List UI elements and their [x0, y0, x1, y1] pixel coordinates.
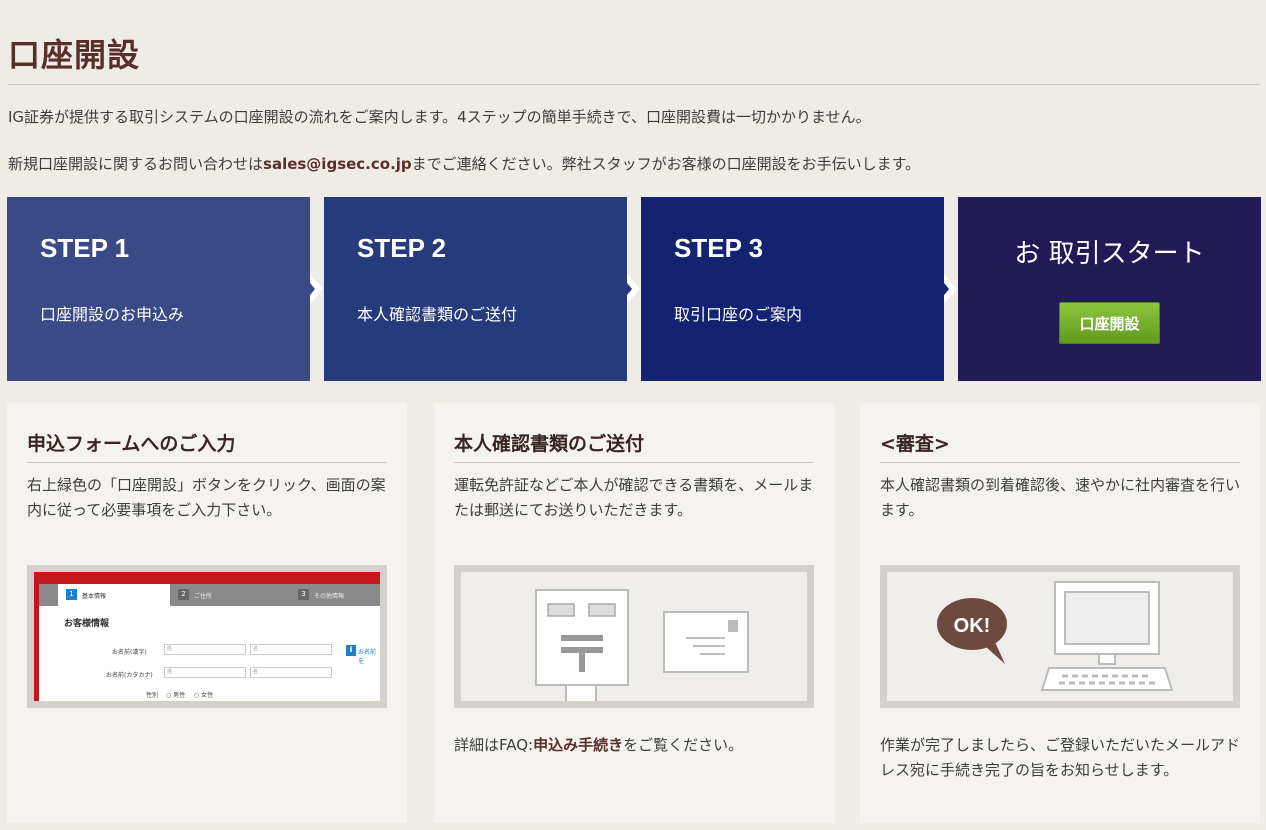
page-title: 口座開設 [8, 36, 141, 74]
form-radio-male: ○ 男性 [166, 692, 186, 699]
contact-prefix: 新規口座開設に関するお問い合わせは [8, 155, 264, 173]
computer-icon: OK! [937, 581, 1174, 691]
contact-suffix: までご連絡ください。弊社スタッフがお客様の口座開設をお手伝いします。 [411, 155, 921, 173]
chevron-right-icon [940, 274, 957, 304]
step-3-desc: 取引口座のご案内 [674, 305, 803, 324]
card-title: 本人確認書類のご送付 [454, 433, 645, 455]
card-body: 運転免許証などご本人が確認できる書類を、メールまたは郵送にてお送りいただきます。 [454, 476, 814, 519]
step-1: STEP 1 口座開設のお申込み [7, 197, 323, 381]
contact-email: sales@igsec.co.jp [263, 155, 412, 173]
card-divider [880, 462, 1240, 463]
ok-bubble-text: OK! [954, 615, 991, 637]
form-screenshot-image: 1 基本情報 2 ご住所 3 その他情報 お客様情報 お名前(漢字) 姓 名 i お名… [27, 565, 387, 708]
card-divider [454, 462, 814, 463]
open-account-button[interactable]: 口座開設 [1059, 302, 1160, 344]
step-2-title: STEP 2 [357, 233, 447, 263]
info-icon: i [346, 645, 356, 656]
postbox-icon [535, 589, 749, 701]
step-3-title: STEP 3 [674, 233, 764, 263]
card-form-input: 申込フォームへのご入力 右上緑色の「口座開設」ボタンをクリック、画面の案内に従っ… [7, 403, 407, 823]
card-divider [27, 462, 387, 463]
card-review: <審査> 本人確認書類の到着確認後、速やかに社内審査を行います。 OK! 作業が… [860, 403, 1260, 823]
form-label-name: お名前(漢字) [112, 649, 147, 656]
form-section-title: お客様情報 [64, 619, 110, 629]
step-start: お 取引スタート 口座開設 [958, 197, 1261, 381]
card-title: <審査> [880, 433, 950, 455]
step-1-title: STEP 1 [40, 233, 130, 263]
form-tab-basic: 1 基本情報 [58, 584, 170, 606]
intro-text: IG証券が提供する取引システムの口座開設の流れをご案内します。4ステップの簡単手… [8, 108, 871, 126]
card-document-send: 本人確認書類のご送付 運転免許証などご本人が確認できる書類を、メールまたは郵送に… [434, 403, 834, 823]
card-footer-text: 作業が完了しましたら、ご登録いただいたメールアドレス宛に手続き完了の旨をお知らせ… [880, 736, 1241, 779]
postbox-image [454, 565, 814, 708]
step-2-desc: 本人確認書類のご送付 [357, 305, 518, 324]
card-title: 申込フォームへのご入力 [27, 433, 236, 455]
card-body: 本人確認書類の到着確認後、速やかに社内審査を行います。 [880, 476, 1241, 519]
step-3: STEP 3 取引口座のご案内 [641, 197, 957, 381]
contact-text: 新規口座開設に関するお問い合わせはsales@igsec.co.jpまでご連絡く… [8, 153, 920, 174]
faq-text: 詳細はFAQ:申込み手続きをご覧ください。 [454, 736, 744, 754]
title-divider [8, 84, 1260, 85]
form-label-gender: 性別 [146, 692, 159, 699]
start-title: お 取引スタート [1014, 239, 1205, 269]
step-2: STEP 2 本人確認書類のご送付 [324, 197, 640, 381]
card-body: 右上緑色の「口座開設」ボタンをクリック、画面の案内に従って必要事項をご入力下さい… [27, 476, 386, 519]
form-tab-address: 2 ご住所 [170, 584, 290, 606]
step-1-desc: 口座開設のお申込み [40, 305, 185, 324]
form-label-kana: お名前(カタカナ) [106, 672, 153, 679]
chevron-right-icon [306, 274, 323, 304]
form-tab-other: 3 その他情報 [290, 584, 380, 606]
chevron-right-icon [623, 274, 640, 304]
form-radio-female: ○ 女性 [194, 692, 214, 699]
steps-bar: STEP 1 口座開設のお申込み STEP 2 本人確認書類のご送付 STEP … [7, 197, 1261, 381]
faq-link[interactable]: 申込み手続き [533, 736, 623, 754]
review-image: OK! [880, 565, 1240, 708]
